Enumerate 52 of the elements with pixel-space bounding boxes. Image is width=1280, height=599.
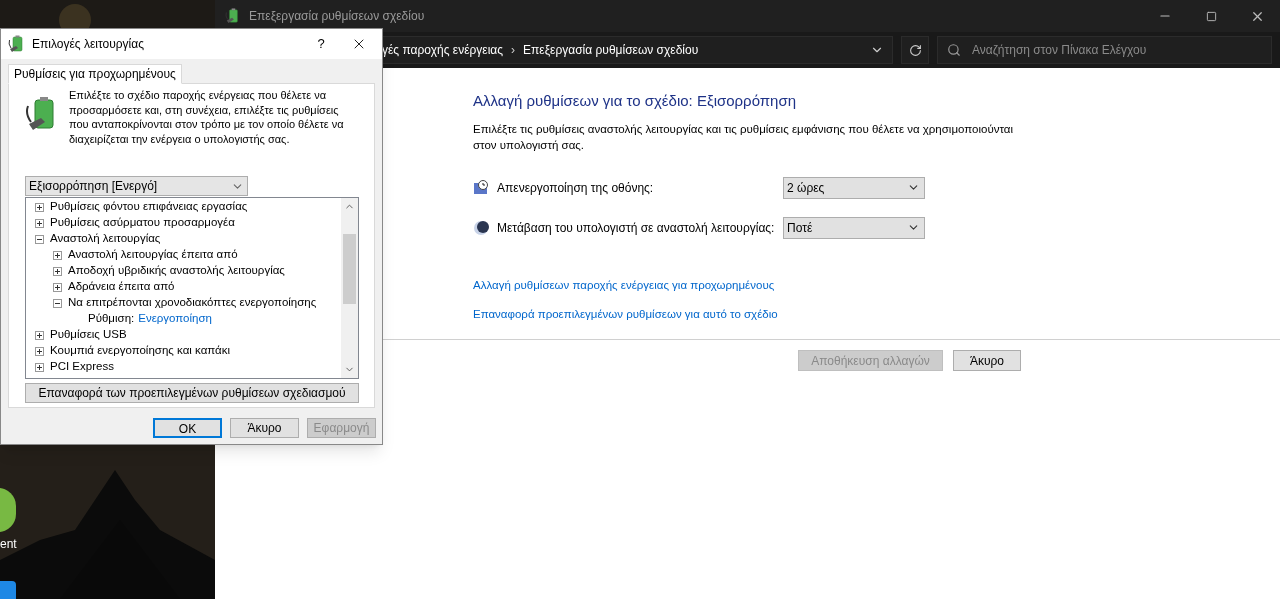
reset-defaults-button[interactable]: Επαναφορά των προεπιλεγμένων ρυθμίσεων σχεδιασμού bbox=[25, 383, 359, 403]
tree-item[interactable]: Αναστολή λειτουργίας bbox=[26, 231, 341, 247]
setting-dropdown[interactable]: 2 ώρες bbox=[783, 176, 925, 199]
help-button[interactable]: ? bbox=[306, 34, 336, 54]
settings-link[interactable]: Αλλαγή ρυθμίσεων παροχής ενέργειας για προχωρημένους bbox=[473, 276, 775, 294]
setting-dropdown[interactable]: Ποτέ bbox=[783, 216, 925, 239]
tab[interactable]: Ρυθμίσεις για προχωρημένους bbox=[8, 64, 182, 84]
desktop-icon-label[interactable]: ent bbox=[0, 535, 17, 553]
tree-item[interactable]: Αδράνεια έπειτα από bbox=[26, 279, 341, 295]
tree-item[interactable]: Αναστολή λειτουργίας έπειτα από bbox=[26, 247, 341, 263]
expand-icon[interactable] bbox=[35, 330, 44, 340]
expand-icon[interactable] bbox=[35, 202, 44, 212]
tree-item[interactable]: Ρυθμίσεις ασύρματου προσαρμογέα bbox=[26, 215, 341, 231]
dialog-description: Επιλέξτε το σχέδιο παροχής ενέργειας που θέλετε να προσαρμόσετε και, στη συνέχεια, επιλέξτε τις ρυθμίσεις που ανταποκρίνονται στον τρόπο με τον οποίο θέλετε να διαχειρίζεται την ενέργεια ο υπολογιστής σας. bbox=[69, 88, 345, 146]
collapse-icon[interactable] bbox=[53, 298, 62, 308]
tree-item[interactable]: PCI Express bbox=[26, 359, 341, 375]
page-heading: Αλλαγή ρυθμίσεων για το σχέδιο: Εξισορρόπηση bbox=[473, 91, 798, 111]
collapse-icon[interactable] bbox=[35, 234, 44, 244]
dialog-button[interactable]: OK bbox=[153, 418, 222, 438]
tree-item[interactable]: Ρυθμίσεις φόντου επιφάνειας εργασίας bbox=[26, 199, 341, 215]
window-title: Επεξεργασία ρυθμίσεων σχεδίου bbox=[249, 8, 425, 25]
dialog-button[interactable]: Άκυρο bbox=[230, 418, 299, 438]
setting-label: Απενεργοποίηση της οθόνης: bbox=[497, 179, 655, 197]
setting-label: Μετάβαση του υπολογιστή σε αναστολή λειτουργίας: bbox=[497, 219, 776, 237]
plan-dropdown[interactable]: Εξισορρόπηση [Ενεργό] bbox=[25, 176, 248, 196]
breadcrumb-separator: › bbox=[511, 42, 516, 59]
setting-label: Ρύθμιση: bbox=[88, 311, 135, 327]
search-icon bbox=[947, 43, 961, 57]
tree-item[interactable]: Να επιτρέπονται χρονοδιακόπτες ενεργοποίησης bbox=[26, 295, 341, 311]
action-button[interactable]: Άκυρο bbox=[953, 350, 1021, 371]
monitor-clock-icon bbox=[473, 179, 489, 196]
settings-link[interactable]: Επαναφορά προεπιλεγμένων ρυθμίσεων για αυτό το σχέδιο bbox=[473, 305, 778, 323]
page-description: Επιλέξτε τις ρυθμίσεις αναστολής λειτουργίας και τις ρυθμίσεις εμφάνισης που θέλετε να χρησιμοποιούνται στον υπολογιστή σας. bbox=[473, 121, 1015, 153]
refresh-icon[interactable] bbox=[901, 36, 929, 64]
expand-icon[interactable] bbox=[35, 218, 44, 228]
tree-item[interactable]: Αποδοχή υβριδικής αναστολής λειτουργίας bbox=[26, 263, 341, 279]
expand-icon[interactable] bbox=[53, 282, 62, 292]
search-field[interactable]: Αναζήτηση στον Πίνακα Ελέγχου bbox=[937, 36, 1272, 64]
tree-item[interactable]: Ρυθμίσεις USB bbox=[26, 327, 341, 343]
expand-icon[interactable] bbox=[35, 346, 44, 356]
battery-plug-icon bbox=[225, 8, 241, 24]
scrollbar[interactable] bbox=[341, 198, 358, 378]
setting-value[interactable]: Ενεργοποίηση bbox=[138, 310, 212, 328]
battery-plug-icon bbox=[8, 35, 26, 53]
tree-item[interactable]: Κουμπιά ενεργοποίησης και καπάκι bbox=[26, 343, 341, 359]
moon-icon bbox=[473, 219, 489, 236]
expand-icon[interactable] bbox=[35, 362, 44, 372]
expand-icon[interactable] bbox=[53, 250, 62, 260]
breadcrumb-item[interactable]: γές παροχής ενέργειας bbox=[382, 41, 504, 59]
expand-icon[interactable] bbox=[53, 266, 62, 276]
dialog-title: Επιλογές λειτουργίας bbox=[32, 36, 144, 53]
breadcrumb-item[interactable]: Επεξεργασία ρυθμίσεων σχεδίου bbox=[523, 41, 699, 59]
